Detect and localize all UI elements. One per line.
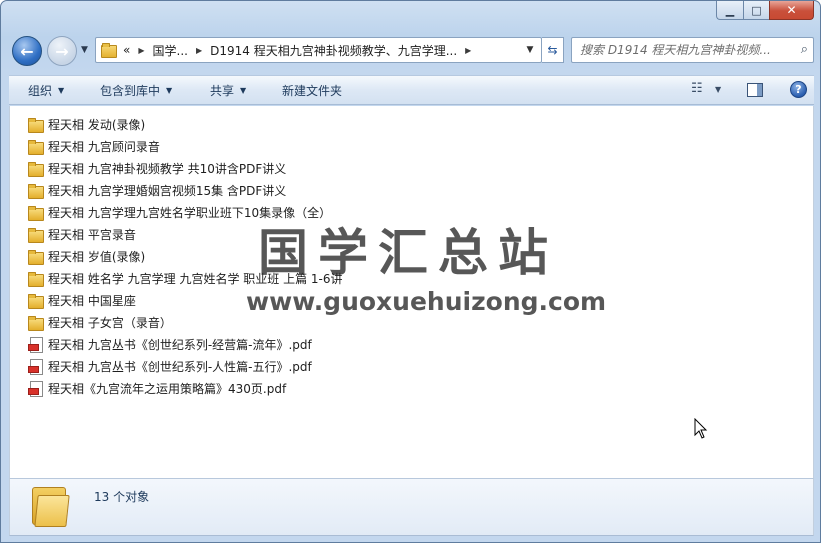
close-icon: ✕ [786,3,797,17]
folder-icon [101,43,117,58]
address-overflow-button[interactable]: « [123,43,130,57]
folder-icon [28,139,44,155]
folder-icon [28,271,44,287]
file-name: 程天相 子女宫（录音） [48,315,172,330]
maximize-button[interactable]: □ [743,1,769,20]
search-box[interactable]: ⌕ [571,37,814,63]
navigation-bar: ← → ▼ « ▶ 国学... ▶ D1914 程天相九宫神卦视频教学、九宫学理… [1,31,820,71]
folder-icon [28,227,44,243]
chevron-right-icon: ▶ [195,45,203,55]
breadcrumb-segment-1[interactable]: 国学... [153,42,188,59]
folder-icon [28,249,44,265]
organize-menu-button[interactable]: 组织 ▼ [28,82,64,99]
file-row-pdf[interactable]: 程天相 九宫丛书《创世纪系列-经营篇-流年》.pdf [28,333,343,355]
refresh-button[interactable]: ⇆ [542,37,564,63]
pdf-file-icon [28,336,44,353]
share-button[interactable]: 共享 ▼ [210,82,246,99]
folder-icon [28,117,44,133]
file-name: 程天相 发动(录像) [48,117,146,132]
minimize-icon: ▁ [725,3,735,17]
forward-button[interactable]: → [47,36,77,66]
file-name: 程天相 平宫录音 [48,227,136,242]
folder-icon [30,485,74,529]
explorer-window: ▁ □ ✕ ← → ▼ « ▶ 国学... ▶ D1914 程天相九宫神卦视频教… [0,0,821,543]
file-name: 程天相《九宫流年之运用策略篇》430页.pdf [48,381,287,396]
recent-pages-dropdown-icon[interactable]: ▼ [81,45,88,55]
file-name: 程天相 岁值(录像) [48,249,146,264]
details-pane: 13 个对象 [9,478,814,536]
refresh-icon: ⇆ [547,43,558,57]
minimize-button[interactable]: ▁ [716,1,743,20]
file-name: 程天相 九宫顾问录音 [48,139,160,154]
file-row-folder[interactable]: 程天相 九宫学理婚姻宫视频15集 含PDF讲义 [28,179,343,201]
address-bar[interactable]: « ▶ 国学... ▶ D1914 程天相九宫神卦视频教学、九宫学理... ▶ … [95,37,542,63]
view-options-icon[interactable]: ☷ [691,81,703,96]
include-in-library-button[interactable]: 包含到库中 ▼ [100,82,172,99]
share-label: 共享 [210,84,235,98]
caption-buttons: ▁ □ ✕ [716,1,814,21]
new-folder-label: 新建文件夹 [282,84,343,98]
file-name: 程天相 九宫神卦视频教学 共10讲含PDF讲义 [48,161,287,176]
file-name: 程天相 九宫丛书《创世纪系列-人性篇-五行》.pdf [48,359,312,374]
file-name: 程天相 九宫丛书《创世纪系列-经营篇-流年》.pdf [48,337,312,352]
pdf-file-icon [28,380,44,397]
address-dropdown-icon[interactable]: ▼ [519,38,541,62]
file-row-folder[interactable]: 程天相 发动(录像) [28,113,343,135]
new-folder-button[interactable]: 新建文件夹 [282,82,342,99]
file-row-folder[interactable]: 程天相 九宫顾问录音 [28,135,343,157]
folder-icon [28,183,44,199]
search-input[interactable] [580,43,790,57]
chevron-down-icon: ▼ [166,86,173,95]
command-bar: 组织 ▼ 包含到库中 ▼ 共享 ▼ 新建文件夹 ☷ ▼ ? [9,75,814,105]
chevron-down-icon: ▼ [240,86,247,95]
watermark-title: 国学汇总站 [258,224,558,282]
folder-icon [28,293,44,309]
search-icon[interactable]: ⌕ [801,42,808,57]
organize-label: 组织 [28,84,53,98]
file-row-pdf[interactable]: 程天相 九宫丛书《创世纪系列-人性篇-五行》.pdf [28,355,343,377]
chevron-down-icon: ▼ [58,86,65,95]
help-icon[interactable]: ? [790,81,807,98]
file-row-pdf[interactable]: 程天相《九宫流年之运用策略篇》430页.pdf [28,377,343,399]
pdf-file-icon [28,358,44,375]
chevron-down-icon[interactable]: ▼ [715,85,721,94]
folder-icon [28,161,44,177]
file-name: 程天相 九宫学理婚姻宫视频15集 含PDF讲义 [48,183,287,198]
mouse-cursor-icon [694,418,708,439]
item-count: 13 个对象 [94,490,150,504]
back-button[interactable]: ← [12,36,42,66]
chevron-right-icon[interactable]: ▶ [465,46,471,55]
folder-icon [28,205,44,221]
file-name: 程天相 中国星座 [48,293,136,308]
arrow-right-icon: → [55,41,69,61]
watermark-url: www.guoxuehuizong.com [246,287,607,316]
folder-icon [28,315,44,331]
arrow-left-icon: ← [20,41,34,61]
preview-pane-icon[interactable] [747,83,763,97]
maximize-icon: □ [751,3,762,17]
include-in-library-label: 包含到库中 [100,84,161,98]
breadcrumb-segment-2[interactable]: D1914 程天相九宫神卦视频教学、九宫学理... [210,42,457,59]
file-list-pane[interactable]: 程天相 发动(录像) 程天相 九宫顾问录音程天相 九宫神卦视频教学 共10讲含PD… [9,106,814,478]
close-button[interactable]: ✕ [769,1,814,20]
chevron-right-icon: ▶ [138,45,145,55]
file-row-folder[interactable]: 程天相 九宫神卦视频教学 共10讲含PDF讲义 [28,157,343,179]
